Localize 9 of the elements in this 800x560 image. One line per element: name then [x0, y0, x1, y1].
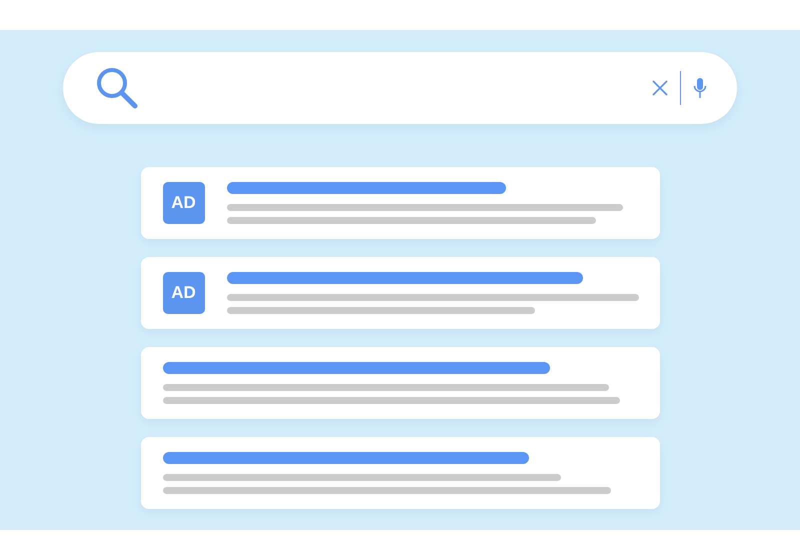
- ad-badge: AD: [162, 182, 204, 224]
- search-result-card[interactable]: [140, 347, 660, 419]
- search-icon[interactable]: [95, 66, 139, 110]
- ad-badge: AD: [162, 272, 204, 314]
- close-button[interactable]: [652, 80, 668, 96]
- microphone-button[interactable]: [693, 77, 707, 99]
- search-result-card[interactable]: AD: [140, 167, 660, 239]
- search-result-card[interactable]: AD: [140, 257, 660, 329]
- search-result-card[interactable]: [140, 437, 660, 509]
